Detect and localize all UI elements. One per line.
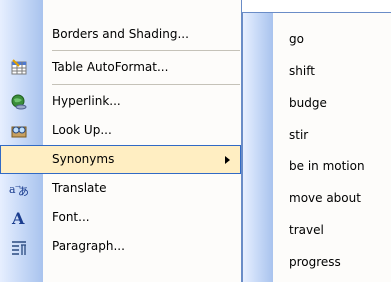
synonym-item[interactable]: budge (289, 93, 327, 113)
synonym-item[interactable]: progress (289, 252, 341, 272)
menu-item-table-autoformat[interactable]: Table AutoFormat... (0, 53, 241, 82)
synonym-item[interactable]: stir (289, 125, 308, 145)
table-autoformat-icon (9, 58, 29, 78)
synonym-item[interactable]: travel (289, 220, 324, 240)
hyperlink-icon (9, 92, 29, 112)
menu-item-label: Borders and Shading... (52, 27, 189, 41)
menu-item-translate[interactable]: a → あ Translate (0, 174, 241, 203)
menu-item-paragraph[interactable]: Paragraph... (0, 232, 241, 261)
menu-item-label: Table AutoFormat... (52, 60, 169, 74)
menu-item-label: Font... (52, 210, 90, 224)
menu-item-label: Look Up... (52, 123, 112, 137)
svg-text:あ: あ (18, 185, 29, 198)
synonym-item[interactable]: move about (289, 188, 361, 208)
menu-item-hyperlink[interactable]: Hyperlink... (0, 87, 241, 116)
synonyms-submenu: go shift budge stir be in motion move ab… (242, 12, 391, 282)
menu-item-font[interactable]: A Font... (0, 203, 241, 232)
menu-separator (52, 50, 240, 51)
submenu-arrow-icon (225, 156, 230, 164)
paragraph-icon (9, 237, 29, 257)
lookup-icon (9, 121, 29, 141)
submenu-gutter (243, 13, 273, 282)
menu-item-label: Hyperlink... (52, 94, 121, 108)
svg-text:A: A (11, 209, 25, 227)
menu-separator (52, 84, 240, 85)
menu-item-synonyms[interactable]: Synonyms (0, 145, 241, 174)
menu-item-look-up[interactable]: Look Up... (0, 116, 241, 145)
menu-item-label: Paragraph... (52, 239, 125, 253)
menu-item-label: Synonyms (52, 152, 115, 166)
context-menu: Borders and Shading... Table AutoFormat.… (0, 0, 242, 282)
menu-item-borders-and-shading[interactable]: Borders and Shading... (0, 20, 241, 49)
font-icon: A (9, 208, 29, 228)
synonym-item[interactable]: shift (289, 61, 315, 81)
synonym-item[interactable]: be in motion (289, 156, 365, 176)
synonym-item[interactable]: go (289, 29, 304, 49)
translate-icon: a → あ (9, 179, 29, 199)
menu-item-label: Translate (52, 181, 107, 195)
